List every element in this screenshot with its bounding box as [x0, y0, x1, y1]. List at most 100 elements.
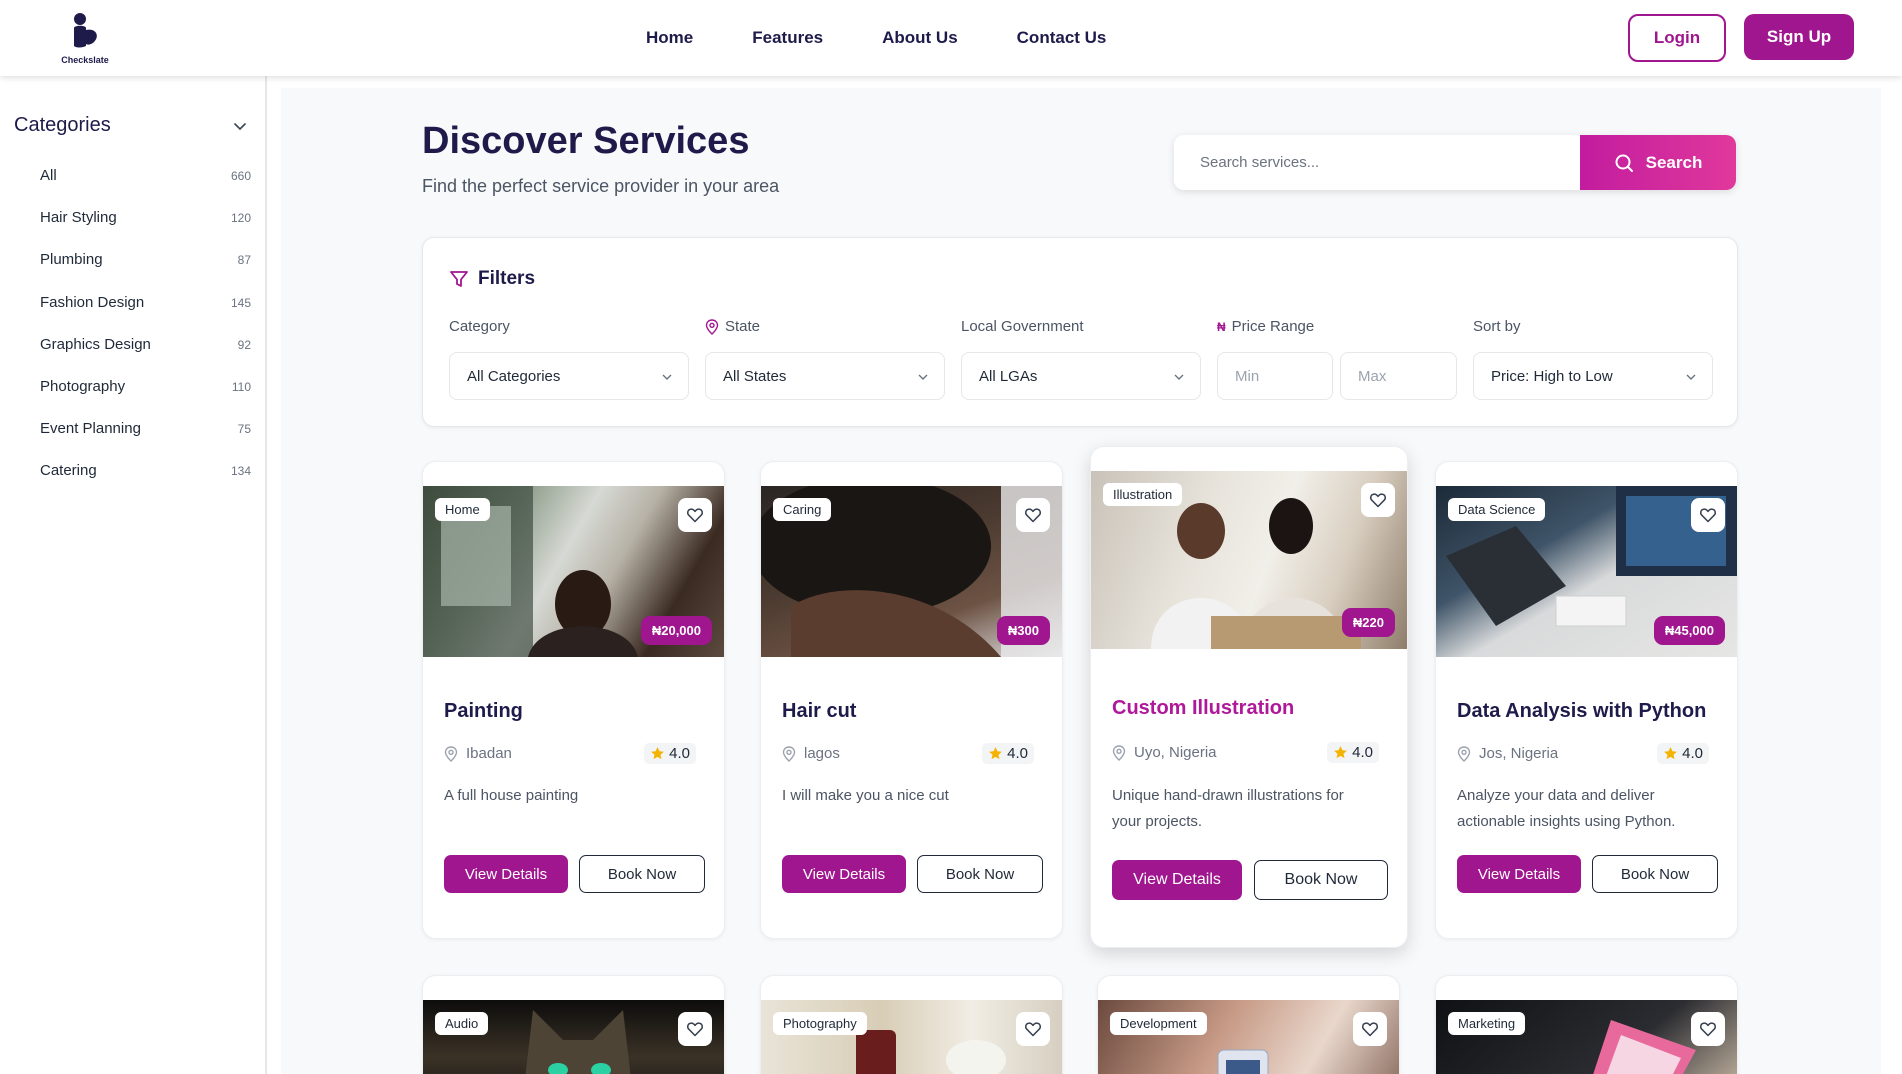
category-count: 110 [231, 379, 251, 394]
rating-value: 4.0 [669, 745, 690, 762]
heart-icon [1024, 1022, 1042, 1037]
state-select[interactable]: All States [705, 352, 945, 400]
favorite-button[interactable] [1691, 1012, 1725, 1046]
category-item-catering[interactable]: Catering 134 [0, 451, 267, 493]
price-min-input[interactable] [1217, 352, 1333, 400]
service-location: Jos, Nigeria [1457, 745, 1558, 762]
service-card[interactable]: Caring ₦300 Hair cut lagos 4.0 I will ma… [760, 461, 1063, 939]
search-bar: Search [1174, 135, 1736, 190]
search-button-label: Search [1645, 152, 1703, 172]
service-card[interactable]: Photography [760, 975, 1063, 1074]
book-now-button[interactable]: Book Now [1254, 860, 1388, 900]
category-tag: Data Science [1448, 498, 1546, 521]
state-filter-label: State [705, 318, 760, 335]
categories-sidebar: Categories All 660 Hair Styling 120 Plumbi… [0, 76, 267, 1074]
favorite-button[interactable] [1361, 483, 1395, 517]
description-line: A full house painting [444, 787, 579, 804]
service-image: Marketing [1436, 1000, 1737, 1074]
view-details-button[interactable]: View Details [1112, 860, 1242, 900]
service-image: Data Science ₦45,000 [1436, 486, 1737, 657]
book-now-button[interactable]: Book Now [1592, 855, 1718, 893]
category-filter-label-text: Category [449, 318, 510, 335]
lga-select-value: All LGAs [979, 367, 1038, 385]
description-line: I will make you a nice cut [782, 787, 949, 804]
checkslate-logo[interactable]: Checkslate [58, 12, 112, 66]
filters-heading: Filters [449, 268, 535, 290]
favorite-button[interactable] [1016, 1012, 1050, 1046]
category-label: Fashion Design [40, 293, 145, 311]
description-line: Analyze your data and deliver [1457, 787, 1655, 804]
favorite-button[interactable] [678, 498, 712, 532]
category-filter-label: Category [449, 318, 510, 335]
heart-icon [686, 1022, 704, 1037]
star-icon [651, 747, 665, 760]
favorite-button[interactable] [678, 1012, 712, 1046]
search-input[interactable] [1174, 135, 1580, 190]
category-item-plumbing[interactable]: Plumbing 87 [0, 240, 267, 282]
nav-contact-us[interactable]: Contact Us [1017, 28, 1107, 48]
sort-select-value: Price: High to Low [1491, 367, 1613, 385]
category-tag: Caring [773, 498, 832, 521]
view-details-button[interactable]: View Details [444, 855, 568, 893]
service-description: I will make you a nice cut [782, 783, 949, 809]
service-card[interactable]: Development [1097, 975, 1400, 1074]
category-tag: Development [1110, 1012, 1207, 1035]
nav-home[interactable]: Home [646, 28, 693, 48]
category-label: Catering [40, 462, 97, 480]
login-button[interactable]: Login [1628, 14, 1726, 62]
service-card[interactable]: Illustration ₦220 Custom Illustration Uy… [1090, 446, 1408, 948]
heart-icon [1361, 1022, 1379, 1037]
heart-icon [1369, 493, 1387, 508]
sort-by-label: Sort by [1473, 318, 1521, 335]
category-item-photography[interactable]: Photography 110 [0, 367, 267, 409]
service-location: Ibadan [444, 745, 512, 762]
service-title: Data Analysis with Python [1457, 700, 1707, 722]
signup-button[interactable]: Sign Up [1744, 14, 1854, 60]
rating-badge: 4.0 [1657, 743, 1709, 764]
price-range-label: ₦ Price Range [1217, 318, 1314, 335]
category-label: All [40, 167, 57, 184]
category-label: Event Planning [40, 420, 141, 438]
favorite-button[interactable] [1691, 498, 1725, 532]
search-button[interactable]: Search [1580, 135, 1736, 190]
description-line: actionable insights using Python. [1457, 813, 1676, 830]
nav-features[interactable]: Features [752, 28, 823, 48]
rating-value: 4.0 [1682, 745, 1703, 762]
location-pin-icon [1112, 744, 1126, 761]
service-card[interactable]: Marketing [1435, 975, 1738, 1074]
nav-about-us[interactable]: About Us [882, 28, 958, 48]
view-details-button[interactable]: View Details [1457, 855, 1581, 893]
category-tag: Photography [773, 1012, 867, 1035]
star-icon [1334, 746, 1348, 759]
chevron-down-icon [1174, 374, 1184, 380]
service-title: Painting [444, 700, 523, 722]
category-tag: Marketing [1448, 1012, 1526, 1035]
category-count: 120 [230, 211, 251, 226]
category-item-graphics-design[interactable]: Graphics Design 92 [0, 325, 267, 367]
book-now-button[interactable]: Book Now [917, 855, 1043, 893]
sort-select[interactable]: Price: High to Low [1473, 352, 1713, 400]
category-select[interactable]: All Categories [449, 352, 689, 400]
view-details-button[interactable]: View Details [782, 855, 906, 893]
price-max-input[interactable] [1340, 352, 1457, 400]
lga-select[interactable]: All LGAs [961, 352, 1201, 400]
service-card[interactable]: Audio [422, 975, 725, 1074]
location-text: Ibadan [466, 745, 512, 762]
favorite-button[interactable] [1016, 498, 1050, 532]
price-badge: ₦20,000 [640, 616, 712, 645]
service-card[interactable]: Home ₦20,000 Painting Ibadan 4.0 A full … [422, 461, 725, 939]
category-item-fashion-design[interactable]: Fashion Design 145 [0, 283, 267, 325]
chevron-down-icon[interactable] [232, 118, 248, 134]
service-card[interactable]: Data Science ₦45,000 Data Analysis with … [1435, 461, 1738, 939]
description-line: Unique hand-drawn illustrations for [1112, 787, 1344, 804]
favorite-button[interactable] [1353, 1012, 1387, 1046]
service-image: Audio [423, 1000, 724, 1074]
category-item-event-planning[interactable]: Event Planning 75 [0, 409, 267, 451]
category-item-hair-styling[interactable]: Hair Styling 120 [0, 198, 267, 240]
category-item-all[interactable]: All 660 [0, 156, 267, 198]
lga-filter-label-text: Local Government [961, 318, 1084, 335]
service-location: lagos [782, 745, 840, 762]
category-count: 134 [230, 464, 251, 479]
book-now-button[interactable]: Book Now [579, 855, 705, 893]
service-title: Hair cut [782, 700, 857, 722]
